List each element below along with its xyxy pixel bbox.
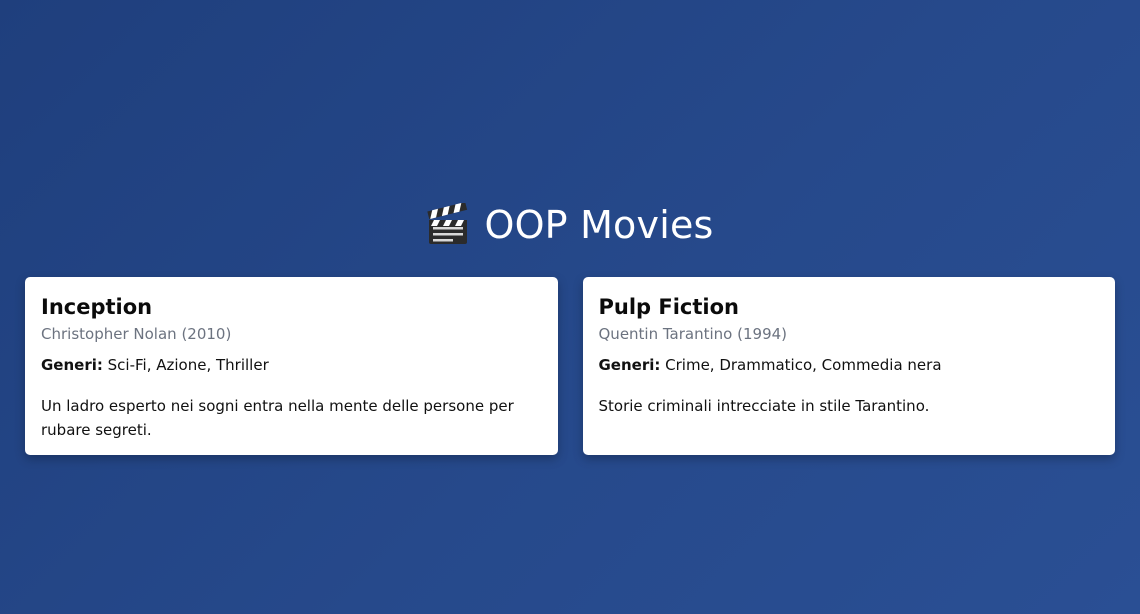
movie-director: Christopher Nolan [41,325,177,343]
movie-title: Inception [41,295,153,319]
movie-genres: Generi: Crime, Drammatico, Commedia nera [599,356,1100,374]
movie-year: (2010) [181,325,232,343]
movie-director-year: Quentin Tarantino (1994) [599,325,1100,343]
genres-label: Generi: [41,356,103,374]
movie-description: Un ladro esperto nei sogni entra nella m… [41,397,514,439]
clapperboard-icon [426,202,470,247]
genres-value: Crime, Drammatico, Commedia nera [665,356,942,374]
movie-card-inception: Inception Christopher Nolan (2010) Gener… [25,277,558,455]
movie-description: Storie criminali intrecciate in stile Ta… [598,397,930,415]
movie-list: Inception Christopher Nolan (2010) Gener… [25,277,1115,455]
movie-director-year: Christopher Nolan (2010) [41,325,542,343]
movie-title: Pulp Fiction [598,295,740,319]
movie-director: Quentin Tarantino [598,325,733,343]
movie-year: (1994) [737,325,788,343]
genres-value: Sci-Fi, Azione, Thriller [107,356,269,374]
genres-label: Generi: [598,356,661,374]
movie-card-pulp-fiction: Pulp Fiction Quentin Tarantino (1994) Ge… [582,277,1115,455]
movie-genres: Generi: Sci-Fi, Azione, Thriller [41,356,542,374]
page-header: OOP Movies [0,197,1140,253]
page-title: OOP Movies [484,203,714,247]
